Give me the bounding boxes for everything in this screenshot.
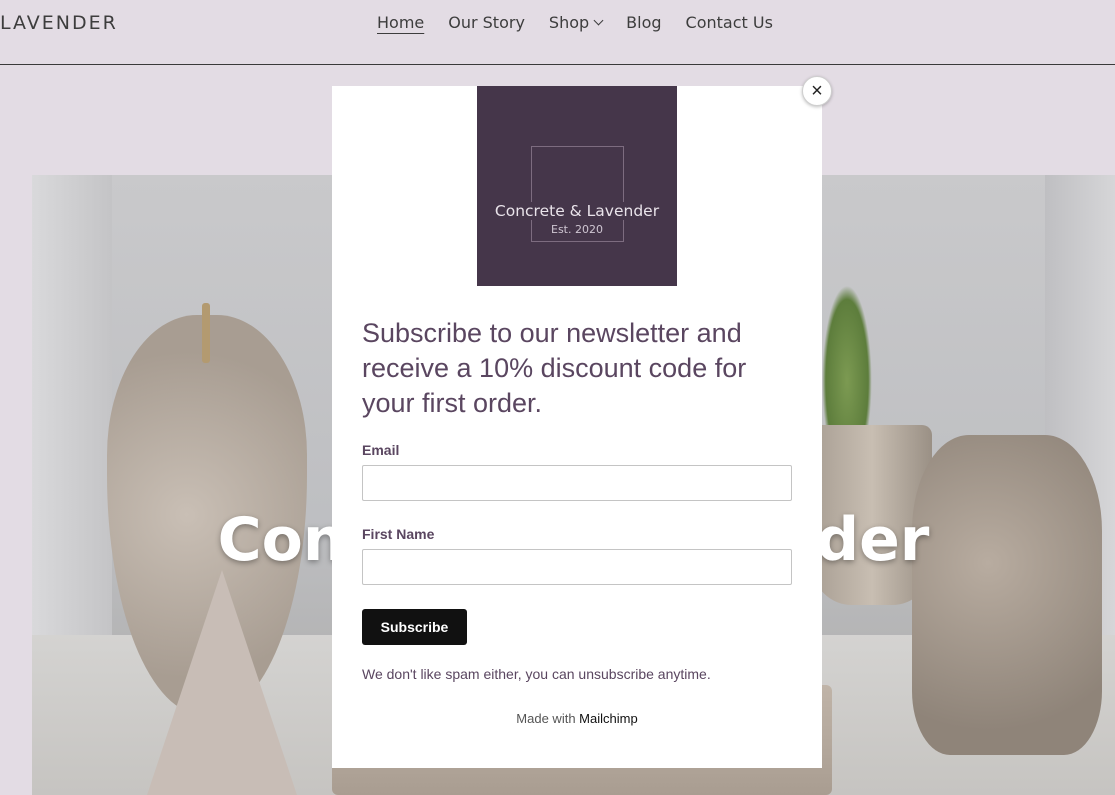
pear-stem xyxy=(202,303,210,363)
logo-est: Est. 2020 xyxy=(551,223,603,236)
made-with-prefix: Made with xyxy=(516,711,576,726)
nav-blog-label: Blog xyxy=(626,13,662,32)
nav-shop[interactable]: Shop xyxy=(548,13,604,32)
mailchimp-link[interactable]: Mailchimp xyxy=(579,711,638,726)
newsletter-popup: Concrete & Lavender Est. 2020 Subscribe … xyxy=(332,86,822,768)
site-header: LAVENDER Home Our Story Shop Blog Contac… xyxy=(0,0,1115,65)
popup-headline: Subscribe to our newsletter and receive … xyxy=(362,318,747,418)
main-nav: Home Our Story Shop Blog Contact Us xyxy=(377,13,773,32)
first-name-field[interactable] xyxy=(362,549,792,585)
nav-blog[interactable]: Blog xyxy=(626,13,661,32)
brand-logo-text[interactable]: LAVENDER xyxy=(0,12,118,34)
nav-our-story[interactable]: Our Story xyxy=(448,13,525,32)
spam-note: We don't like spam either, you can unsub… xyxy=(362,666,711,682)
made-with-footer: Made with Mailchimp xyxy=(332,711,822,726)
subscribe-button[interactable]: Subscribe xyxy=(362,609,467,645)
email-field[interactable] xyxy=(362,465,792,501)
nav-shop-label: Shop xyxy=(548,13,590,32)
nav-home-label: Home xyxy=(377,13,425,32)
nav-home[interactable]: Home xyxy=(377,13,424,32)
logo-name: Concrete & Lavender xyxy=(477,202,677,220)
succulent-plant xyxy=(822,285,872,445)
close-icon: × xyxy=(811,80,823,102)
close-popup-button[interactable]: × xyxy=(802,76,832,106)
nav-contact-us-label: Contact Us xyxy=(685,13,773,32)
brand-logo: Concrete & Lavender Est. 2020 xyxy=(477,86,677,286)
email-label: Email xyxy=(362,442,400,458)
chevron-down-icon xyxy=(593,15,604,26)
nav-contact-us[interactable]: Contact Us xyxy=(686,13,773,32)
first-name-label: First Name xyxy=(362,526,435,542)
nav-our-story-label: Our Story xyxy=(448,13,525,32)
